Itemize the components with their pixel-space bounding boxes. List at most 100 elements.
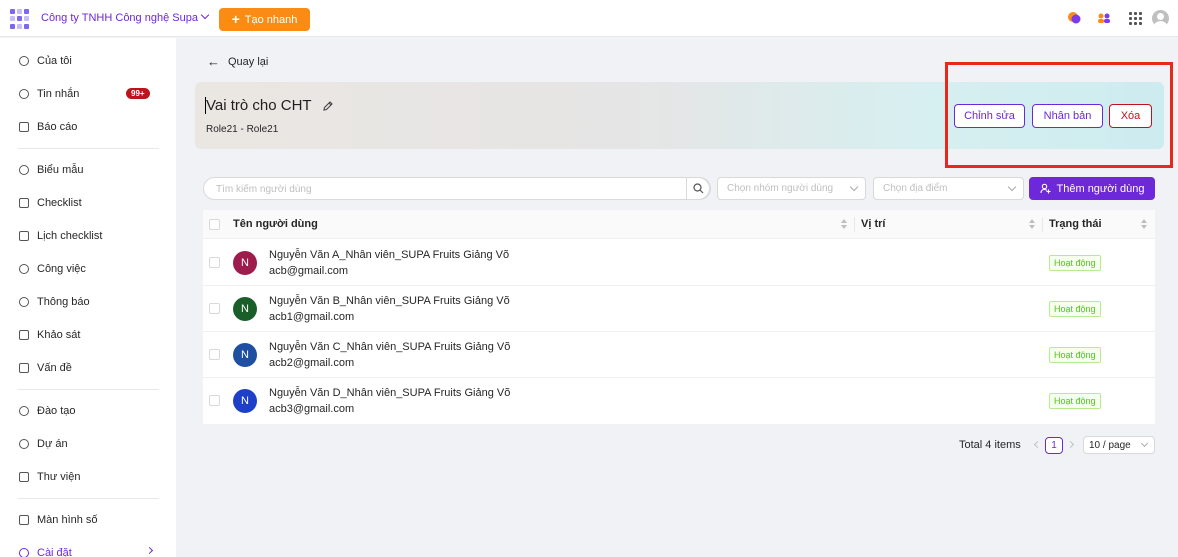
chevron-left-icon[interactable]: [1033, 440, 1042, 449]
role-title-text: Vai trò cho CHT: [206, 97, 312, 114]
table-row[interactable]: N Nguyễn Văn B_Nhân viên_SUPA Fruits Giả…: [203, 286, 1155, 332]
status-badge: Hoạt động: [1049, 393, 1101, 409]
avatar: N: [233, 297, 257, 321]
sidebar-item-projects[interactable]: Dự án: [0, 427, 176, 460]
chevron-right-icon[interactable]: [1066, 440, 1075, 449]
sidebar-item-label: Khảo sát: [37, 328, 81, 341]
sort-icon[interactable]: [841, 219, 847, 229]
company-switcher[interactable]: Công ty TNHH Công nghệ Supa: [41, 10, 210, 24]
sidebar-item-tasks[interactable]: Công việc: [0, 252, 176, 285]
page-1-button[interactable]: 1: [1045, 437, 1063, 454]
arrow-left-icon: ←: [207, 54, 220, 69]
add-user-icon: [1039, 183, 1051, 194]
page-title: Vai trò cho CHT: [205, 97, 312, 114]
text-cursor: [205, 97, 206, 114]
table-row[interactable]: N Nguyễn Văn A_Nhân viên_SUPA Fruits Giả…: [203, 240, 1155, 286]
sidebar-item-messages[interactable]: Tin nhắn 99+: [0, 77, 176, 110]
sidebar-item-settings[interactable]: Cài đặt: [0, 536, 176, 557]
sidebar-item-library[interactable]: Thư viện: [0, 460, 176, 493]
sidebar-item-label: Màn hình số: [37, 513, 98, 526]
total-items: Total 4 items: [959, 439, 1021, 451]
sort-icon[interactable]: [1141, 219, 1147, 229]
user-group-select[interactable]: Chọn nhóm người dùng: [717, 177, 866, 200]
chat-icon: [19, 88, 29, 99]
row-checkbox[interactable]: [209, 349, 220, 360]
report-icon: [19, 121, 29, 132]
team-icon[interactable]: [1097, 11, 1111, 25]
chevron-down-icon: [200, 10, 210, 20]
page-size-value: 10 / page: [1089, 439, 1131, 451]
apps-grid-icon[interactable]: [1128, 11, 1142, 25]
user-email: acb@gmail.com: [269, 265, 349, 277]
users-table: Tên người dùng Vị trí Trạng thái N Nguyễ…: [203, 210, 1155, 424]
checklist-icon: [19, 197, 29, 208]
user-group-placeholder: Chọn nhóm người dùng: [727, 183, 834, 194]
column-divider: [854, 217, 855, 232]
app-logo[interactable]: [10, 9, 30, 29]
user-avatar[interactable]: [1152, 10, 1169, 27]
sidebar-item-checklist[interactable]: Checklist: [0, 186, 176, 219]
header-status[interactable]: Trạng thái: [1049, 218, 1102, 230]
search-box: [203, 177, 711, 200]
quick-create-button[interactable]: + Tạo nhanh: [219, 8, 310, 31]
sidebar-item-digital-screen[interactable]: Màn hình số: [0, 503, 176, 536]
sidebar-item-surveys[interactable]: Khảo sát: [0, 318, 176, 351]
sidebar-item-label: Tin nhắn: [37, 87, 80, 100]
location-placeholder: Chọn địa điểm: [883, 183, 948, 194]
sort-icon[interactable]: [1029, 219, 1035, 229]
status-badge: Hoạt động: [1049, 255, 1101, 271]
status-badge: Hoạt động: [1049, 347, 1101, 363]
settings-icon: [19, 547, 29, 557]
chat-bubble-icon[interactable]: [1067, 11, 1081, 25]
header-name[interactable]: Tên người dùng: [233, 218, 318, 230]
back-label: Quay lại: [228, 55, 269, 68]
sidebar-item-label: Công việc: [37, 262, 86, 275]
sidebar-item-label: Checklist: [37, 196, 82, 209]
company-name: Công ty TNHH Công nghệ Supa: [41, 12, 198, 24]
sidebar-item-label: Thông báo: [37, 295, 90, 308]
sidebar-item-label: Biểu mẫu: [37, 163, 84, 176]
page-size-select[interactable]: 10 / page: [1083, 436, 1155, 454]
sidebar-item-checklist-schedule[interactable]: Lịch checklist: [0, 219, 176, 252]
user-email: acb2@gmail.com: [269, 357, 355, 369]
add-user-button[interactable]: Thêm người dùng: [1029, 177, 1155, 200]
select-all-checkbox[interactable]: [209, 219, 220, 230]
sidebar-item-label: Dự án: [37, 437, 68, 450]
sidebar-item-reports[interactable]: Báo cáo: [0, 110, 176, 143]
back-link[interactable]: ← Quay lại: [207, 54, 268, 69]
table-row[interactable]: N Nguyễn Văn D_Nhân viên_SUPA Fruits Giả…: [203, 378, 1155, 424]
sidebar-divider: [18, 148, 159, 149]
row-checkbox[interactable]: [209, 395, 220, 406]
sidebar-item-issues[interactable]: Vấn đề: [0, 351, 176, 384]
sidebar-item-label: Cài đặt: [37, 546, 72, 557]
chevron-down-icon: [1140, 439, 1149, 448]
task-icon: [19, 263, 29, 274]
user-key-icon: [19, 55, 29, 66]
sidebar-item-my[interactable]: Của tôi: [0, 44, 176, 77]
pencil-icon[interactable]: [322, 100, 334, 112]
search-button[interactable]: [686, 177, 710, 200]
sidebar-divider: [18, 389, 159, 390]
table-row[interactable]: N Nguyễn Văn C_Nhân viên_SUPA Fruits Giả…: [203, 332, 1155, 378]
avatar: N: [233, 389, 257, 413]
sidebar-item-training[interactable]: Đào tạo: [0, 394, 176, 427]
sidebar-divider: [18, 498, 159, 499]
library-icon: [19, 471, 29, 482]
row-checkbox[interactable]: [209, 257, 220, 268]
sidebar-item-forms[interactable]: Biểu mẫu: [0, 153, 176, 186]
user-name: Nguyễn Văn A_Nhân viên_SUPA Fruits Giảng…: [269, 249, 510, 261]
user-email: acb3@gmail.com: [269, 403, 355, 415]
unread-badge: 99+: [126, 88, 150, 99]
location-select[interactable]: Chọn địa điểm: [873, 177, 1024, 200]
user-email: acb1@gmail.com: [269, 311, 355, 323]
header-position[interactable]: Vị trí: [861, 218, 885, 230]
sidebar-item-notifications[interactable]: Thông báo: [0, 285, 176, 318]
plus-icon: +: [231, 11, 240, 27]
search-input[interactable]: [216, 181, 676, 197]
role-subtitle: Role21 - Role21: [206, 124, 279, 135]
sidebar-item-label: Thư viện: [37, 470, 81, 483]
survey-icon: [19, 329, 29, 340]
sidebar-item-label: Đào tạo: [37, 404, 76, 417]
quick-create-label: Tạo nhanh: [244, 13, 298, 26]
row-checkbox[interactable]: [209, 303, 220, 314]
